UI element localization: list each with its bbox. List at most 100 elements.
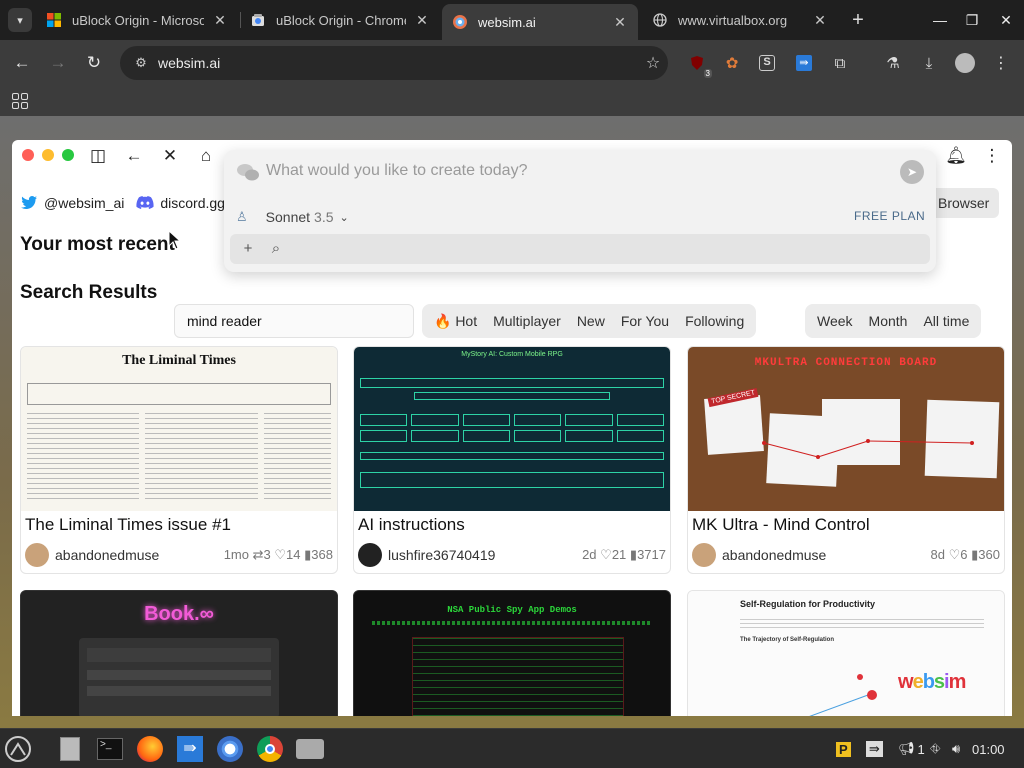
back-button[interactable]: ← [9, 50, 35, 76]
search-icon[interactable]: ⌕ [264, 237, 288, 261]
card-age: 8d [930, 547, 945, 562]
tab-search-button[interactable]: ▾ [8, 8, 32, 32]
card-title: AI instructions [358, 515, 465, 534]
project-card[interactable]: NSA Public Spy App Demos [353, 590, 671, 716]
project-card[interactable]: MKULTRA CONNECTION BOARD TOP SECRET MK U… [687, 346, 1005, 574]
close-tab-icon[interactable]: ✕ [414, 12, 430, 28]
firefox-button[interactable] [134, 733, 166, 765]
volume-icon[interactable]: 🔊︎ [952, 739, 960, 759]
tab-virtualbox[interactable]: www.virtualbox.org ✕ [642, 4, 838, 36]
avatar[interactable] [25, 543, 49, 567]
minimize-dot[interactable] [42, 149, 54, 161]
recent-heading: Your most recent [20, 234, 175, 255]
tray-remote-icon[interactable]: ⇛ [866, 739, 883, 759]
close-tab-icon[interactable]: ✕ [812, 12, 828, 28]
card-username[interactable]: abandonedmuse [722, 547, 931, 563]
home-icon: ⌂ [200, 146, 212, 165]
card-username[interactable]: lushfire36740419 [388, 547, 582, 563]
firefox-icon [137, 736, 163, 762]
project-card[interactable]: Self-Regulation for Productivity The Tra… [687, 590, 1005, 716]
tray-clipboard-icon[interactable]: P [836, 739, 851, 759]
terminal-button[interactable]: >_ [94, 733, 126, 765]
close-tab-icon[interactable]: ✕ [212, 12, 228, 28]
add-icon[interactable]: + [236, 237, 260, 261]
site-home-button[interactable]: ⌂ [194, 144, 218, 168]
files-button[interactable] [54, 733, 86, 765]
url-text[interactable]: websim.ai [158, 55, 638, 71]
browser-menu-button[interactable]: ⋮ [990, 52, 1012, 74]
prompt-input[interactable]: What would you like to create today? [266, 162, 527, 180]
forward-extension-button[interactable]: ⇛ [793, 52, 815, 74]
twitter-link[interactable]: @websim_ai [20, 194, 124, 212]
tab-ublock-chrome[interactable]: uBlock Origin - Chrome ✕ [240, 4, 440, 36]
notifications-button[interactable]: 🔔︎ [944, 144, 968, 168]
address-bar[interactable]: ⚙ websim.ai ☆ [120, 46, 668, 80]
close-window-button[interactable]: ✕ [994, 8, 1018, 32]
remote-app-button[interactable]: ⇛ [174, 733, 206, 765]
card-username[interactable]: abandonedmuse [55, 547, 224, 563]
site-stop-button[interactable]: ✕ [158, 144, 182, 168]
downloads-button[interactable]: ⤓ [918, 52, 940, 74]
search-input[interactable]: mind reader [174, 304, 414, 338]
tab-websim[interactable]: websim.ai ✕ [442, 4, 638, 40]
start-menu-button[interactable] [2, 733, 34, 765]
network-icon[interactable]: ⛗ [930, 739, 940, 759]
forward-button[interactable]: → [45, 50, 71, 76]
prompt-panel: What would you like to create today? ➤ ♙… [224, 150, 936, 272]
arrow-right-icon: → [49, 53, 67, 72]
avatar[interactable] [358, 543, 382, 567]
tab-strip: ▾ uBlock Origin - Microso ✕ uBlock Origi… [0, 0, 1024, 40]
chevron-down-icon: ▾ [17, 14, 23, 27]
tab-following[interactable]: Following [677, 304, 752, 338]
site-back-button[interactable]: ← [122, 144, 146, 168]
reload-button[interactable]: ↻ [81, 50, 107, 76]
maximize-button[interactable]: ❐ [960, 8, 984, 32]
card-thumbnail: NSA Public Spy App Demos [354, 591, 670, 716]
clock[interactable]: 01:00 [972, 739, 1005, 759]
project-card[interactable]: Book.∞ [20, 590, 338, 716]
chevron-down-icon: ⌄ [339, 211, 349, 224]
tray-notifications[interactable]: 📢︎ 1 [898, 739, 925, 759]
tab-all-time[interactable]: All time [915, 304, 977, 338]
s-extension-button[interactable]: S [756, 52, 778, 74]
scanner-button[interactable] [294, 733, 326, 765]
maximize-dot[interactable] [62, 149, 74, 161]
extensions-menu-button[interactable]: ⧉ [829, 52, 851, 74]
bookmark-star-icon[interactable]: ☆ [638, 53, 668, 73]
tab-new[interactable]: New [569, 304, 613, 338]
tab-month[interactable]: Month [861, 304, 916, 338]
project-card[interactable]: The Liminal Times The Liminal Times issu… [20, 346, 338, 574]
discord-link[interactable]: discord.gg [136, 194, 225, 212]
send-button[interactable]: ➤ [900, 160, 924, 184]
labs-button[interactable]: ⚗ [882, 52, 904, 74]
browser-button[interactable]: Browser [928, 188, 1000, 218]
bookmarks-bar [0, 86, 1024, 116]
ublock-icon [691, 56, 703, 70]
project-card[interactable]: MyStory AI: Custom Mobile RPG AI instruc… [353, 346, 671, 574]
site-info-icon[interactable]: ⚙ [126, 55, 156, 71]
tab-hot[interactable]: 🔥 Hot [426, 304, 485, 338]
minimize-button[interactable]: — [928, 8, 952, 32]
forward-box-icon: ⇛ [177, 736, 203, 762]
tab-title: uBlock Origin - Chrome [276, 12, 406, 28]
sidebar-toggle-button[interactable]: ◫ [86, 144, 110, 168]
chrome-icon [257, 736, 283, 762]
site-menu-button[interactable]: ⋮ [980, 144, 1004, 168]
apps-grid-icon[interactable] [12, 93, 28, 109]
close-dot[interactable] [22, 149, 34, 161]
profile-button[interactable] [954, 52, 976, 74]
avatar[interactable] [692, 543, 716, 567]
new-tab-button[interactable]: + [846, 8, 870, 32]
cookie-extension-button[interactable]: ✿ [721, 52, 743, 74]
close-tab-icon[interactable]: ✕ [612, 14, 628, 30]
tab-week[interactable]: Week [809, 304, 861, 338]
ublock-extension-button[interactable]: 3 [686, 52, 712, 78]
tab-ublock-microsoft[interactable]: uBlock Origin - Microso ✕ [36, 4, 238, 36]
chrome-button[interactable] [254, 733, 286, 765]
tab-for-you[interactable]: For You [613, 304, 677, 338]
plan-badge[interactable]: FREE PLAN [854, 209, 925, 223]
chromium-button[interactable] [214, 733, 246, 765]
model-selector[interactable]: ♙ Sonnet 3.5 ⌄ [236, 206, 349, 228]
tab-multiplayer[interactable]: Multiplayer [485, 304, 569, 338]
card-views: 360 [978, 547, 1000, 562]
